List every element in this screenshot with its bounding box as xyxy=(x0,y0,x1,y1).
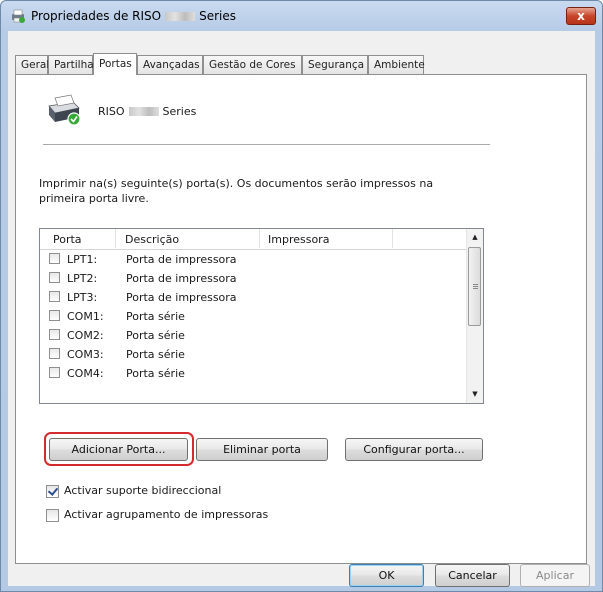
column-header-descricao[interactable]: Descrição xyxy=(125,233,179,246)
dialog-client: Geral Partilha Portas Avançadas Gestão d… xyxy=(8,31,595,587)
ports-description: Imprimir na(s) seguinte(s) porta(s). Os … xyxy=(39,177,434,205)
port-name: COM2: xyxy=(67,329,104,342)
properties-window: Propriedades de RISO Series x Geral Parti… xyxy=(0,0,603,592)
port-checkbox[interactable] xyxy=(49,367,60,378)
column-divider[interactable] xyxy=(259,229,260,248)
ok-button[interactable]: OK xyxy=(349,564,424,587)
grip-line xyxy=(473,286,478,287)
column-divider[interactable] xyxy=(115,229,116,248)
pooling-checkbox[interactable] xyxy=(46,509,59,522)
scroll-down-icon[interactable]: ▼ xyxy=(467,386,483,403)
printer-icon xyxy=(48,94,81,126)
tab-portas[interactable]: Portas xyxy=(93,53,137,75)
add-port-button[interactable]: Adicionar Porta... xyxy=(49,438,188,461)
port-name: COM1: xyxy=(67,310,104,323)
port-checkbox[interactable] xyxy=(49,310,60,321)
port-list[interactable]: Porta Descrição Impressora LPT1: Porta de… xyxy=(39,228,484,404)
port-name: LPT3: xyxy=(67,291,98,304)
port-name: LPT1: xyxy=(67,253,98,266)
port-checkbox[interactable] xyxy=(49,329,60,340)
port-row-lpt2[interactable]: LPT2: Porta de impressora xyxy=(40,269,468,288)
apply-button[interactable]: Aplicar xyxy=(520,564,590,587)
port-row-com2[interactable]: COM2: Porta série xyxy=(40,326,468,345)
title-bar[interactable]: Propriedades de RISO Series x xyxy=(1,1,602,31)
port-description: Porta série xyxy=(126,329,185,342)
port-row-lpt1[interactable]: LPT1: Porta de impressora xyxy=(40,250,468,269)
port-description: Porta série xyxy=(126,310,185,323)
pooling-label[interactable]: Activar agrupamento de impressoras xyxy=(64,508,268,521)
scroll-up-icon[interactable]: ▲ xyxy=(467,229,483,246)
port-description: Porta série xyxy=(126,367,185,380)
bidirectional-label[interactable]: Activar suporte bidireccional xyxy=(64,484,221,497)
scroll-thumb[interactable] xyxy=(468,247,481,326)
port-list-scrollbar[interactable]: ▲ ▼ xyxy=(466,229,483,403)
port-row-com4[interactable]: COM4: Porta série xyxy=(40,364,468,383)
port-list-header: Porta Descrição Impressora xyxy=(40,229,468,250)
port-row-lpt3[interactable]: LPT3: Porta de impressora xyxy=(40,288,468,307)
delete-port-button[interactable]: Eliminar porta xyxy=(196,438,328,461)
column-header-porta[interactable]: Porta xyxy=(53,233,82,246)
port-description: Porta de impressora xyxy=(126,272,237,285)
port-checkbox[interactable] xyxy=(49,272,60,283)
port-name: LPT2: xyxy=(67,272,98,285)
tab-gestao-de-cores[interactable]: Gestão de Cores xyxy=(203,55,302,74)
window-title: Propriedades de RISO Series xyxy=(31,9,237,23)
port-row-com1[interactable]: COM1: Porta série xyxy=(40,307,468,326)
grip-line xyxy=(473,284,478,285)
column-divider[interactable] xyxy=(392,229,393,248)
close-icon: x xyxy=(577,9,585,23)
port-description: Porta série xyxy=(126,348,185,361)
port-description: Porta de impressora xyxy=(126,291,237,304)
bidirectional-checkbox[interactable] xyxy=(46,485,59,498)
tab-seguranca[interactable]: Segurança xyxy=(302,55,368,74)
column-header-impressora[interactable]: Impressora xyxy=(268,233,329,246)
tab-avancadas[interactable]: Avançadas xyxy=(137,55,203,74)
redacted-printer-model xyxy=(128,107,159,116)
port-name: COM3: xyxy=(67,348,104,361)
port-checkbox[interactable] xyxy=(49,291,60,302)
port-row-com3[interactable]: COM3: Porta série xyxy=(40,345,468,364)
printer-app-icon xyxy=(12,9,25,23)
close-button[interactable]: x xyxy=(566,7,596,25)
tab-ambiente[interactable]: Ambiente xyxy=(368,55,425,74)
configure-port-button[interactable]: Configurar porta... xyxy=(345,438,483,461)
port-description: Porta de impressora xyxy=(126,253,237,266)
tab-partilha[interactable]: Partilha xyxy=(48,55,94,74)
printer-name: RISO Series xyxy=(98,105,197,118)
redacted-model-name xyxy=(165,12,196,21)
ports-tab-panel: RISO Series Imprimir na(s) seguinte(s) po… xyxy=(15,74,587,564)
tab-geral[interactable]: Geral xyxy=(15,55,49,74)
port-name: COM4: xyxy=(67,367,104,380)
grip-line xyxy=(473,288,478,289)
port-checkbox[interactable] xyxy=(49,348,60,359)
port-checkbox[interactable] xyxy=(49,253,60,264)
cancel-button[interactable]: Cancelar xyxy=(435,564,510,587)
separator xyxy=(43,144,490,145)
